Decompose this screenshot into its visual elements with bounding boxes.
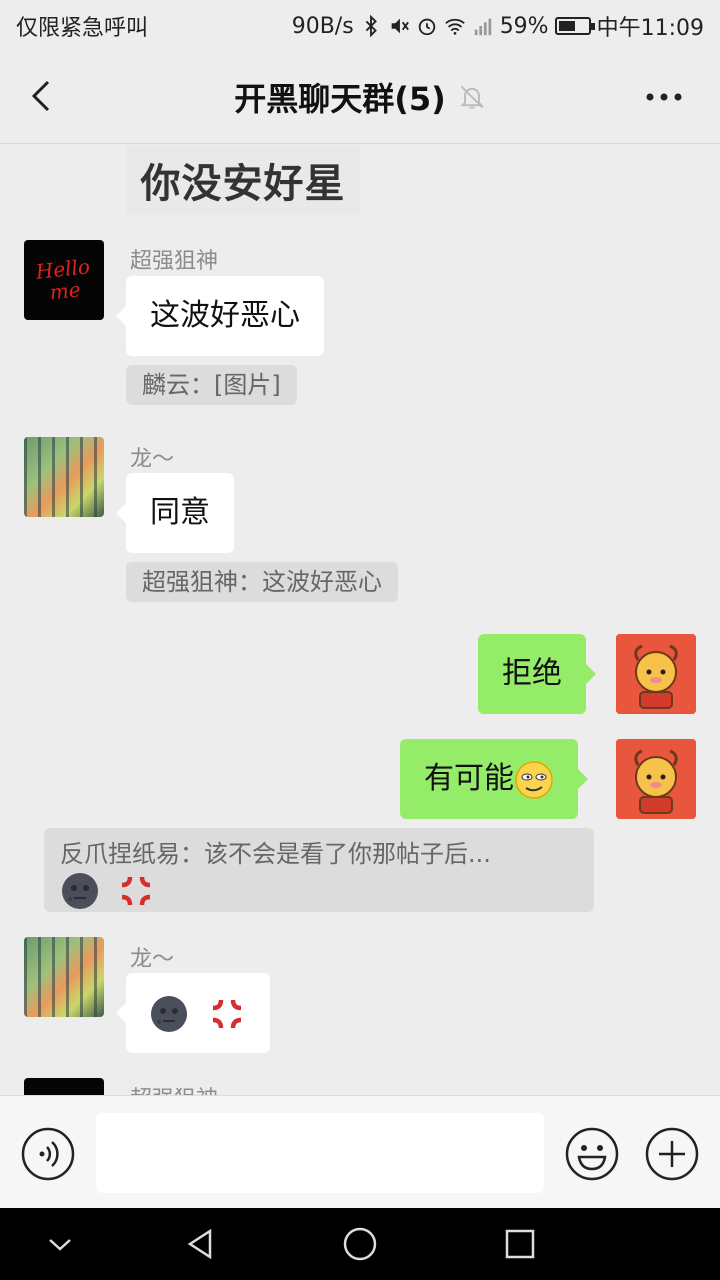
ox-avatar-image — [616, 634, 696, 714]
recents-square-icon[interactable] — [502, 1226, 538, 1262]
sender-name: 超强狙神 — [130, 1081, 218, 1095]
clock: 中午11:09 — [596, 16, 704, 41]
mute-icon — [391, 18, 409, 34]
ox-avatar-image — [616, 739, 696, 819]
carrier-text: 仅限紧急呼叫 — [16, 16, 149, 41]
chat-title: 开黑聊天群(5) — [234, 80, 446, 118]
status-bar: 仅限紧急呼叫 90B/s 59% 中午11:09 — [0, 0, 720, 50]
avatar[interactable]: Hello me — [24, 240, 104, 320]
avatar-image — [24, 437, 104, 517]
avatar[interactable] — [24, 437, 104, 517]
smirk-emoji-icon — [515, 760, 553, 799]
voice-icon[interactable] — [20, 1126, 76, 1182]
network-speed: 90B/s — [291, 13, 354, 39]
message-text: 有可能 — [424, 761, 514, 796]
wifi-icon — [444, 18, 465, 35]
avatar[interactable] — [24, 937, 104, 1017]
sender-name: 龙～ — [130, 447, 175, 472]
message-bubble-own[interactable]: 有可能 — [400, 739, 588, 819]
chat-title-wrap: 开黑聊天群(5) — [0, 74, 720, 120]
back-triangle-icon[interactable] — [182, 1226, 218, 1262]
message-bubble-own[interactable]: 拒绝 — [478, 634, 596, 714]
sender-name: 龙～ — [130, 947, 175, 972]
avatar[interactable] — [24, 1078, 104, 1095]
emoji-icon[interactable] — [564, 1126, 620, 1182]
avatar-self[interactable] — [616, 634, 696, 714]
status-icons: 90B/s 59% 中午11:09 — [292, 10, 704, 42]
anger-emoji-icon — [212, 999, 241, 1028]
avatar-image — [24, 937, 104, 1017]
message-input[interactable] — [96, 1113, 544, 1193]
quote-reference[interactable]: 超强狙神：这波好恶心 — [126, 562, 398, 602]
quote-emojis — [60, 871, 578, 911]
battery-percent: 59% — [499, 13, 549, 39]
quote-text: 反爪捏纸易：该不会是看了你那帖子后... — [60, 840, 491, 868]
anger-emoji-icon — [121, 876, 150, 906]
chevron-down-icon[interactable] — [42, 1226, 78, 1262]
avatar-hello-text: Hello me — [34, 254, 92, 305]
system-nav-bar — [0, 1208, 720, 1280]
message-bubble[interactable]: 同意 — [116, 473, 234, 553]
alarm-icon — [418, 18, 435, 36]
battery-fill — [558, 21, 576, 31]
signal-icon — [474, 18, 491, 36]
image-message[interactable]: 你没安好星 — [126, 145, 360, 215]
battery-icon — [554, 17, 595, 35]
avatar-self[interactable] — [616, 739, 696, 819]
message-bubble[interactable] — [116, 973, 270, 1053]
quote-reference[interactable]: 麟云：[图片] — [126, 365, 297, 405]
quote-reference[interactable]: 反爪捏纸易：该不会是看了你那帖子后... — [44, 828, 594, 912]
bluetooth-icon — [365, 15, 377, 37]
plus-icon[interactable] — [644, 1126, 700, 1182]
message-bubble[interactable]: 这波好恶心 — [116, 276, 324, 356]
sender-name: 超强狙神 — [130, 249, 219, 274]
input-bar — [0, 1095, 720, 1208]
chat-header: 开黑聊天群(5) — [0, 50, 720, 144]
message-list[interactable]: 你没安好星 Hello me 超强狙神 这波好恶心 麟云：[图片] 龙～ 同意 … — [0, 145, 720, 1095]
home-circle-icon[interactable] — [342, 1226, 378, 1262]
bell-off-icon — [460, 85, 484, 109]
moon-face-emoji-icon — [151, 995, 188, 1032]
moon-face-emoji-icon — [62, 873, 98, 909]
more-dots-icon[interactable] — [644, 80, 684, 114]
